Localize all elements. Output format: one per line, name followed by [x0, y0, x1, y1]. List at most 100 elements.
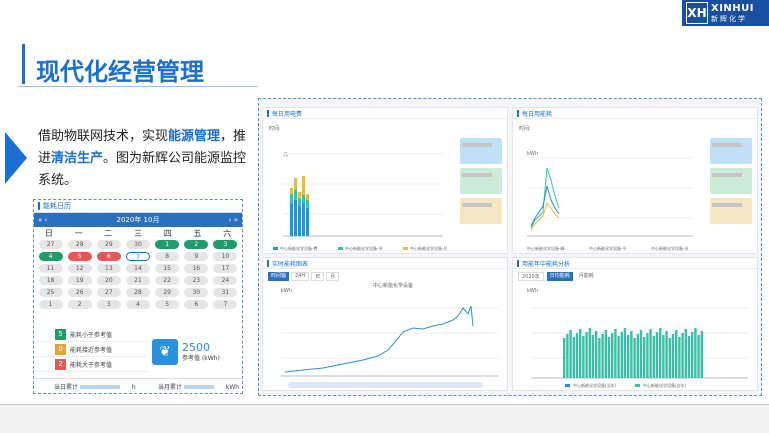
day-total-unit: h	[131, 383, 136, 391]
highlight-text: 清洁生产	[51, 151, 104, 166]
legend-item: 5 能耗小于参考值	[37, 327, 147, 342]
month-total-unit: kWh	[225, 383, 240, 391]
annual-bar	[607, 337, 611, 378]
annual-bar	[566, 334, 569, 378]
legend-count: 5	[55, 328, 66, 340]
calendar-days: 27 28 29 30 1 2 3 4 5 6 7 8 9 10 11 12 13 14 15 16 17 18 19 20 2…	[34, 239, 242, 310]
calendar-day[interactable]: 31	[213, 288, 238, 297]
logo-en: XINHUI	[711, 2, 755, 14]
reference-label: 参考值	[182, 355, 201, 362]
annual-bar	[585, 332, 588, 378]
calendar-day[interactable]: 17	[213, 264, 238, 273]
cost-legend-1: 中心新能化学设备-费	[280, 246, 318, 251]
calendar-day[interactable]: 19	[67, 276, 92, 285]
next-month-button[interactable]: › »	[229, 216, 238, 224]
calendar-legend: 5 能耗小于参考值 0 能耗接近参考值 2 能耗大于参考值	[37, 327, 147, 372]
annual-bar	[675, 330, 678, 378]
weekday-label: 二	[104, 228, 113, 238]
annual-bar	[611, 333, 614, 378]
calendar-day[interactable]: 21	[125, 276, 150, 285]
weekday-label: 三	[133, 228, 142, 238]
annual-bar	[623, 328, 627, 378]
legend-label: 能耗大于参考值	[70, 361, 113, 369]
calendar-day[interactable]: 1	[38, 300, 63, 309]
calendar-day[interactable]: 9	[184, 252, 209, 261]
calendar-day[interactable]: 23	[184, 276, 209, 285]
annual-bar	[601, 334, 604, 378]
calendar-day[interactable]: 12	[67, 264, 92, 273]
calendar-day[interactable]: 8	[155, 252, 180, 261]
cost-legend-2: 中心新能化学设备-节	[345, 246, 383, 251]
legend-swatch	[635, 384, 640, 387]
calendar-day[interactable]: 29	[96, 240, 121, 249]
realtime-chart	[281, 305, 498, 377]
calendar-day[interactable]: 20	[96, 276, 121, 285]
cost-bar	[302, 195, 305, 203]
calendar-day[interactable]: 6	[96, 252, 121, 261]
annual-bar	[563, 338, 566, 378]
energy-dashboard: 每日用电费 时间: 元 中心新能化学设备-费 中心新能化学设备-节 中心新能化学…	[258, 98, 762, 396]
cost-bar	[294, 190, 297, 200]
calendar-day[interactable]: 16	[184, 264, 209, 273]
annual-legend-2: 中心新能化学设备(去年)	[643, 383, 687, 388]
calendar-nav: « ‹ 2020年 10月 › »	[34, 213, 242, 227]
cost-bar	[306, 208, 309, 236]
calendar-day[interactable]: 5	[155, 300, 180, 309]
weekday-label: 四	[163, 228, 172, 238]
calendar-day[interactable]: 25	[38, 288, 63, 297]
annual-analysis-panel: 用能年中能耗分析 2020年 日均能耗 月能耗 kWh 中心新能化学设备(当年)…	[512, 257, 758, 391]
annual-bar	[652, 336, 655, 378]
calendar-day[interactable]: 27	[38, 240, 63, 249]
calendar-day[interactable]: 2	[67, 300, 92, 309]
calendar-day[interactable]: 6	[184, 300, 209, 309]
calendar-day[interactable]: 13	[96, 264, 121, 273]
summary-card	[710, 138, 752, 164]
calendar-day[interactable]: 28	[125, 288, 150, 297]
annual-bar	[620, 332, 623, 378]
annual-bar	[684, 329, 687, 378]
energy-legend-3: 中心新能化学设备-谷	[651, 246, 689, 251]
calendar-day[interactable]: 14	[125, 264, 150, 273]
calendar-day[interactable]: 1	[155, 240, 180, 249]
calendar-day[interactable]: 27	[96, 288, 121, 297]
annual-bar	[575, 333, 579, 378]
calendar-day[interactable]: 3	[213, 240, 238, 249]
calendar-day[interactable]: 30	[184, 288, 209, 297]
calendar-day[interactable]: 4	[125, 300, 150, 309]
calendar-header: 能耗日历	[34, 200, 242, 213]
annual-bar	[655, 332, 659, 378]
calendar-day[interactable]: 2	[184, 240, 209, 249]
annual-bar	[591, 335, 595, 378]
calendar-day[interactable]: 5	[67, 252, 92, 261]
calendar-day[interactable]: 3	[96, 300, 121, 309]
calendar-day[interactable]: 15	[155, 264, 180, 273]
calendar-day[interactable]: 7	[213, 300, 238, 309]
time-scrollbar[interactable]	[288, 382, 483, 388]
calendar-day[interactable]: 7	[125, 252, 150, 261]
cost-bar	[298, 198, 301, 206]
annual-bar	[646, 333, 649, 378]
summary-card	[460, 198, 502, 224]
calendar-day[interactable]: 26	[67, 288, 92, 297]
prev-month-button[interactable]: « ‹	[38, 216, 47, 224]
footer-strip	[0, 405, 769, 433]
energy-legend-1: 中心新能化学设备-峰	[527, 246, 565, 251]
logo-mark: XH	[686, 2, 708, 24]
annual-bar	[659, 328, 662, 378]
annual-bar	[697, 335, 700, 378]
annual-bar	[630, 331, 633, 378]
calendar-day[interactable]: 24	[213, 276, 238, 285]
calendar-day[interactable]: 4	[38, 252, 63, 261]
calendar-day[interactable]: 10	[213, 252, 238, 261]
calendar-day[interactable]: 22	[155, 276, 180, 285]
weekday-label: 五	[193, 228, 202, 238]
annual-bar	[687, 336, 691, 378]
legend-label: 能耗小于参考值	[70, 331, 113, 339]
calendar-day[interactable]: 28	[67, 240, 92, 249]
cost-bar	[294, 200, 297, 236]
cost-bar	[294, 178, 297, 190]
calendar-day[interactable]: 29	[155, 288, 180, 297]
calendar-day[interactable]: 18	[38, 276, 63, 285]
calendar-day[interactable]: 11	[38, 264, 63, 273]
calendar-day[interactable]: 30	[125, 240, 150, 249]
